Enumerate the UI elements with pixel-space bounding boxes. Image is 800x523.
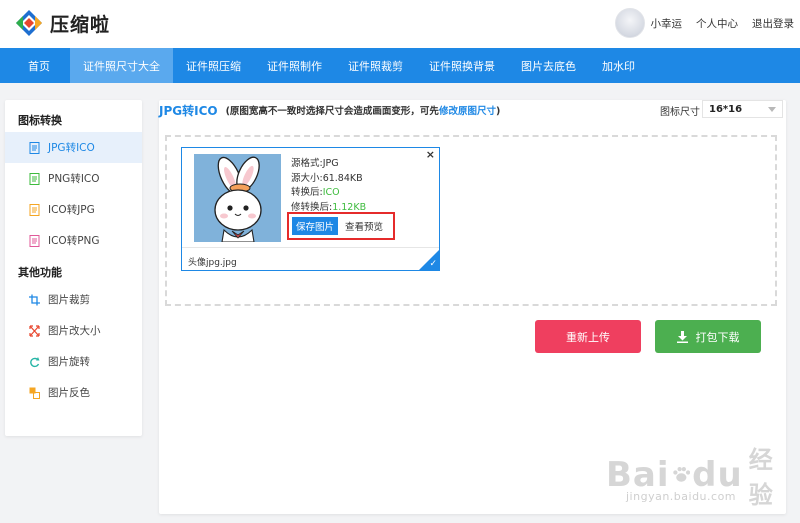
watermark-text-bai: Bai [606,455,670,495]
logo-text: 压缩啦 [50,13,111,36]
chevron-down-icon [768,107,776,112]
sidebar-item-invert[interactable]: 图片反色 [5,377,142,408]
upload-dropzone[interactable]: × 源格式:JPG 源大小:61.84KB 转换后:ICO 修转换后:1.12K… [165,135,777,306]
highlight-box: 保存图片 查看预览 [287,212,395,240]
sidebar-item-label: 图片改大小 [48,325,101,337]
rotate-icon [30,356,40,367]
note-text: (原图宽高不一致时选择尺寸会造成画面变形，可先 [225,106,439,117]
sidebar-item-label: ICO转JPG [48,204,95,216]
converted-format-label: 转换后: [291,187,323,198]
download-all-button[interactable]: 打包下载 [655,320,761,353]
sidebar-item-label: 图片旋转 [48,356,90,368]
nav-remove-background[interactable]: 图片去底色 [508,48,589,83]
nav-home[interactable]: 首页 [0,48,70,83]
watermark-text-du: du [692,455,743,495]
main-nav: 首页 证件照尺寸大全 证件照压缩 证件照制作 证件照裁剪 证件照换背景 图片去底… [0,48,800,83]
converted-size-label: 修转换后: [291,201,333,213]
paw-icon [672,466,690,482]
page-note: (原图宽高不一致时选择尺寸会造成画面变形，可先修改原图尺寸) [226,103,501,117]
nav-id-photo-make[interactable]: 证件照制作 [254,48,335,83]
close-icon[interactable]: × [426,149,435,161]
converted-size-value: 1.12KB [332,201,367,213]
logout-link[interactable]: 退出登录 [752,16,794,31]
preview-button[interactable]: 查看预览 [345,217,383,235]
sidebar-item-label: JPG转ICO [48,142,95,154]
sidebar: 图标转换 JPG转ICO PNG转ICO ICO转JPG ICO转PNG 其他功… [5,100,142,436]
sidebar-item-label: PNG转ICO [48,173,100,185]
sidebar-item-ico-to-png[interactable]: ICO转PNG [5,225,142,256]
save-image-button[interactable]: 保存图片 [292,217,338,235]
baidu-jingyan-watermark: Bai du 经验 jingyan.baidu.com [606,440,791,520]
sidebar-heading-icon-convert: 图标转换 [18,114,62,127]
document-icon [29,234,40,247]
sidebar-heading-other: 其他功能 [18,266,62,279]
image-thumbnail [194,154,281,242]
check-icon: ✓ [429,259,437,269]
page-title: JPG转ICO [159,103,218,118]
file-info: 源格式:JPG 源大小:61.84KB 转换后:ICO 修转换后:1.12KB [291,157,366,215]
sidebar-item-jpg-to-ico[interactable]: JPG转ICO [5,132,142,163]
resize-original-link[interactable]: 修改原图尺寸 [439,106,496,117]
nav-id-photo-sizes[interactable]: 证件照尺寸大全 [70,48,173,83]
watermark-url: jingyan.baidu.com [626,490,737,503]
nav-id-photo-background[interactable]: 证件照换背景 [416,48,508,83]
avatar[interactable] [614,8,645,38]
bunny-illustration [214,156,262,242]
logo[interactable]: 压缩啦 [14,8,110,38]
header: 压缩啦 小幸运 个人中心 退出登录 [0,0,800,48]
converted-format-row: 转换后:ICO [291,186,366,201]
icon-size-value: 16*16 [709,103,743,115]
source-format-label: 源格式: [291,158,323,169]
download-icon [676,330,688,343]
note-close: ) [495,106,501,117]
user-area: 小幸运 个人中心 退出登录 [614,8,794,38]
main-title-row: JPG转ICO (原图宽高不一致时选择尺寸会造成画面变形，可先修改原图尺寸) [159,102,500,118]
sidebar-item-png-to-ico[interactable]: PNG转ICO [5,163,142,194]
sidebar-item-rotate[interactable]: 图片旋转 [5,346,142,377]
user-center-link[interactable]: 个人中心 [696,16,738,31]
sidebar-item-resize[interactable]: 图片改大小 [5,315,142,346]
card-divider [182,247,439,248]
document-icon [29,141,40,154]
user-name[interactable]: 小幸运 [651,16,683,31]
source-format-value: JPG [322,158,339,169]
nav-id-photo-compress[interactable]: 证件照压缩 [173,48,254,83]
logo-icon [16,10,42,36]
reupload-button[interactable]: 重新上传 [535,320,641,353]
source-size-label: 源大小: [291,172,323,184]
sidebar-item-label: ICO转PNG [48,235,100,247]
file-card[interactable]: × 源格式:JPG 源大小:61.84KB 转换后:ICO 修转换后:1.12K… [181,147,440,271]
source-size-row: 源大小:61.84KB [291,172,366,187]
nav-watermark[interactable]: 加水印 [589,48,648,83]
watermark-text-jingyan: 经验 [748,446,774,509]
sidebar-item-label: 图片反色 [48,387,90,399]
crop-icon [29,294,40,305]
source-size-value: 61.84KB [322,172,363,184]
converted-format-value: ICO [322,187,340,198]
nav-id-photo-crop[interactable]: 证件照裁剪 [335,48,416,83]
sidebar-item-ico-to-jpg[interactable]: ICO转JPG [5,194,142,225]
sidebar-item-crop[interactable]: 图片裁剪 [5,284,142,315]
invert-icon [29,387,40,399]
icon-size-select[interactable]: 16*16 [702,100,783,118]
icon-size-label: 图标尺寸 [660,107,700,118]
download-label: 打包下载 [695,331,740,344]
sidebar-item-label: 图片裁剪 [48,294,90,306]
document-icon [29,203,40,216]
file-name: 头像jpg.jpg [188,258,237,268]
document-icon [29,172,40,185]
resize-icon [29,324,40,337]
source-format-row: 源格式:JPG [291,157,366,172]
